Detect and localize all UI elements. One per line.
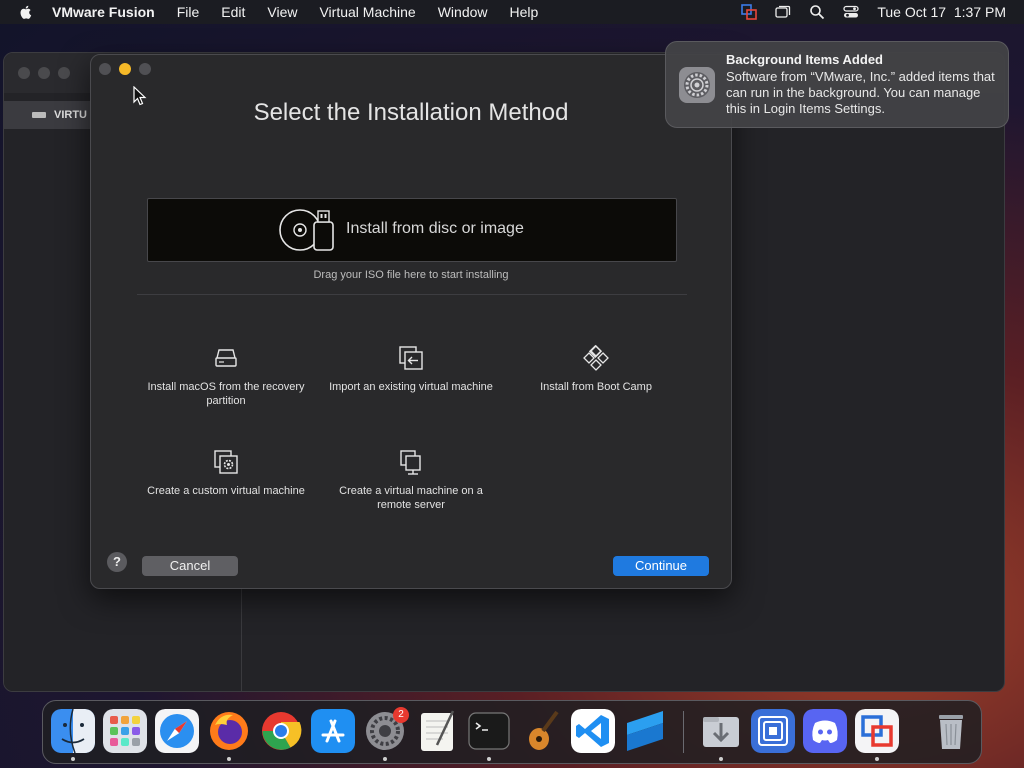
menu-file[interactable]: File: [177, 4, 200, 20]
option-label: Install macOS from the recovery partitio…: [147, 381, 305, 407]
dialog-minimize-button[interactable]: [119, 63, 131, 75]
dropzone-label: Install from disc or image: [346, 220, 524, 237]
settings-running-indicator: [383, 757, 387, 761]
menu-bar: VMware Fusion File Edit View Virtual Mac…: [0, 0, 1024, 24]
option-label: Create a virtual machine on a remote ser…: [339, 485, 483, 511]
dialog-zoom-button[interactable]: [139, 63, 151, 75]
hard-drive-icon: [215, 349, 237, 367]
dialog-window-controls: [99, 63, 151, 75]
option-create-custom-vm[interactable]: Create a custom virtual machine: [141, 448, 311, 498]
dock: 2: [42, 700, 982, 764]
vscode-icon[interactable]: [571, 709, 615, 753]
menu-view[interactable]: View: [267, 4, 297, 20]
discord-icon[interactable]: [803, 709, 847, 753]
system-settings-icon: [679, 67, 715, 103]
notification-title: Background Items Added: [726, 52, 883, 67]
remote-server-icon: [400, 450, 421, 475]
cancel-button[interactable]: Cancel: [142, 556, 238, 576]
garageband-icon[interactable]: [519, 709, 563, 753]
library-minimize-button[interactable]: [38, 67, 50, 79]
screen-sharing-icon[interactable]: [751, 709, 795, 753]
vmware-fusion-running-indicator: [875, 757, 879, 761]
new-vm-dialog: Select the Installation Method Install f…: [90, 54, 732, 589]
safari-icon[interactable]: [155, 709, 199, 753]
custom-vm-icon: [214, 450, 238, 474]
sidebar-item-label: VIRTU: [54, 109, 87, 121]
dialog-title: Select the Installation Method: [253, 99, 569, 126]
library-window-controls: [18, 67, 70, 79]
option-label: Install from Boot Camp: [540, 381, 652, 393]
app-store-icon[interactable]: [311, 709, 355, 753]
downloads-folder-icon[interactable]: [699, 709, 743, 753]
finder-icon[interactable]: [51, 709, 95, 753]
section-divider: [137, 294, 687, 295]
control-center-icon[interactable]: [843, 4, 859, 20]
library-zoom-button[interactable]: [58, 67, 70, 79]
notification-body: Software from “VMware, Inc.” added items…: [726, 69, 995, 116]
vm-icon: [32, 112, 46, 118]
textedit-icon[interactable]: [415, 709, 459, 753]
menu-clock[interactable]: Tue Oct 17 1:37 PM: [877, 4, 1006, 20]
windows-icon[interactable]: [775, 4, 791, 20]
dialog-close-button[interactable]: [99, 63, 111, 75]
search-icon[interactable]: [809, 4, 825, 20]
mouse-cursor-icon: [133, 86, 147, 106]
option-label: Create a custom virtual machine: [147, 485, 305, 497]
option-create-vm-remote-server[interactable]: Create a virtual machine on a remote ser…: [326, 448, 496, 512]
menu-help[interactable]: Help: [510, 4, 539, 20]
apple-icon[interactable]: [18, 4, 34, 20]
option-import-existing-vm[interactable]: Import an existing virtual machine: [326, 344, 496, 394]
blue-stripes-app-icon[interactable]: [623, 709, 667, 753]
option-install-macos-recovery[interactable]: Install macOS from the recovery partitio…: [141, 344, 311, 408]
finder-running-indicator: [71, 757, 75, 761]
bootcamp-icon: [583, 344, 609, 371]
help-button[interactable]: ?: [107, 552, 127, 572]
settings-notification-badge: 2: [393, 707, 409, 723]
continue-button[interactable]: Continue: [613, 556, 709, 576]
disc-usb-icon: [279, 209, 334, 251]
downloads-indicator: [719, 757, 723, 761]
terminal-running-indicator: [487, 757, 491, 761]
import-icon: [399, 346, 423, 370]
fusion-status-icon[interactable]: [741, 4, 758, 20]
menu-app-name[interactable]: VMware Fusion: [52, 4, 155, 20]
drop-hint-text: Drag your ISO file here to start install…: [313, 269, 509, 281]
menu-virtual-machine[interactable]: Virtual Machine: [319, 4, 415, 20]
option-install-from-boot-camp[interactable]: Install from Boot Camp: [511, 344, 681, 394]
library-close-button[interactable]: [18, 67, 30, 79]
background-items-notification[interactable]: Background Items Added Software from “VM…: [665, 41, 1009, 128]
firefox-icon[interactable]: [207, 709, 251, 753]
firefox-running-indicator: [227, 757, 231, 761]
dock-separator: [683, 711, 684, 753]
menu-window[interactable]: Window: [438, 4, 488, 20]
option-label: Import an existing virtual machine: [329, 381, 493, 393]
launchpad-icon[interactable]: [103, 709, 147, 753]
trash-icon[interactable]: [929, 709, 973, 753]
chrome-icon[interactable]: [259, 709, 303, 753]
vmware-fusion-dock-icon[interactable]: [855, 709, 899, 753]
install-from-disc-dropzone[interactable]: Install from disc or image: [147, 198, 677, 262]
terminal-icon[interactable]: [467, 709, 511, 753]
menu-edit[interactable]: Edit: [221, 4, 245, 20]
